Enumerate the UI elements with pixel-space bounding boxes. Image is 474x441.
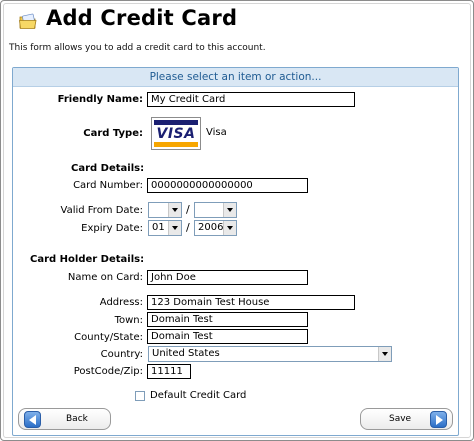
postcode-input[interactable]: 11111 bbox=[147, 364, 191, 379]
valid-from-month-select[interactable] bbox=[148, 202, 182, 218]
default-card-checkbox[interactable] bbox=[135, 391, 145, 401]
friendly-name-label: Friendly Name: bbox=[57, 94, 143, 105]
address-label: Address: bbox=[99, 297, 143, 308]
name-on-card-input[interactable]: John Doe bbox=[147, 270, 308, 285]
page-intro: This form allows you to add a credit car… bbox=[9, 43, 266, 53]
expiry-year-value: 2006 bbox=[198, 222, 224, 233]
card-number-input[interactable]: 0000000000000000 bbox=[147, 178, 308, 193]
county-label: County/State: bbox=[74, 332, 143, 343]
chevron-down-icon bbox=[223, 221, 236, 235]
county-input[interactable]: Domain Test bbox=[147, 329, 308, 344]
country-select[interactable]: United States bbox=[148, 346, 392, 362]
expiry-month-select[interactable]: 01 bbox=[148, 220, 182, 236]
back-button[interactable]: Back bbox=[18, 408, 111, 430]
holder-details-heading: Card Holder Details: bbox=[30, 254, 145, 265]
visa-logo-text: VISA bbox=[156, 126, 196, 142]
expiry-label: Expiry Date: bbox=[81, 223, 143, 234]
country-value: United States bbox=[152, 348, 220, 359]
form-panel: Please select an item or action... bbox=[12, 67, 459, 436]
chevron-down-icon bbox=[223, 203, 236, 217]
name-on-card-label: Name on Card: bbox=[67, 272, 143, 283]
card-details-heading: Card Details: bbox=[71, 163, 145, 174]
address-input[interactable]: 123 Domain Test House bbox=[147, 295, 355, 310]
arrow-right-icon bbox=[430, 411, 447, 428]
card-type-name: Visa bbox=[206, 127, 227, 138]
page-title: Add Credit Card bbox=[46, 6, 238, 30]
valid-from-year-select[interactable] bbox=[194, 202, 237, 218]
chevron-down-icon bbox=[168, 221, 181, 235]
arrow-left-icon bbox=[24, 411, 41, 428]
back-button-label: Back bbox=[66, 414, 88, 424]
expiry-month-value: 01 bbox=[152, 222, 165, 233]
folder-card-icon bbox=[19, 13, 37, 29]
valid-from-label: Valid From Date: bbox=[60, 205, 144, 216]
country-label: Country: bbox=[100, 349, 143, 360]
panel-header: Please select an item or action... bbox=[13, 68, 458, 87]
town-label: Town: bbox=[114, 315, 143, 326]
save-button-label: Save bbox=[389, 414, 412, 424]
town-input[interactable]: Domain Test bbox=[147, 312, 308, 327]
chevron-down-icon bbox=[168, 203, 181, 217]
save-button[interactable]: Save bbox=[360, 408, 453, 430]
card-type-label: Card Type: bbox=[83, 128, 143, 139]
default-card-label[interactable]: Default Credit Card bbox=[150, 390, 246, 401]
expiry-separator: / bbox=[186, 221, 190, 234]
card-number-label: Card Number: bbox=[73, 180, 143, 191]
postcode-label: PostCode/Zip: bbox=[73, 366, 143, 377]
expiry-year-select[interactable]: 2006 bbox=[194, 220, 237, 236]
visa-logo[interactable]: VISA bbox=[151, 117, 201, 150]
friendly-name-input[interactable]: My Credit Card bbox=[147, 92, 355, 107]
chevron-down-icon bbox=[378, 347, 391, 361]
valid-from-separator: / bbox=[186, 203, 190, 216]
